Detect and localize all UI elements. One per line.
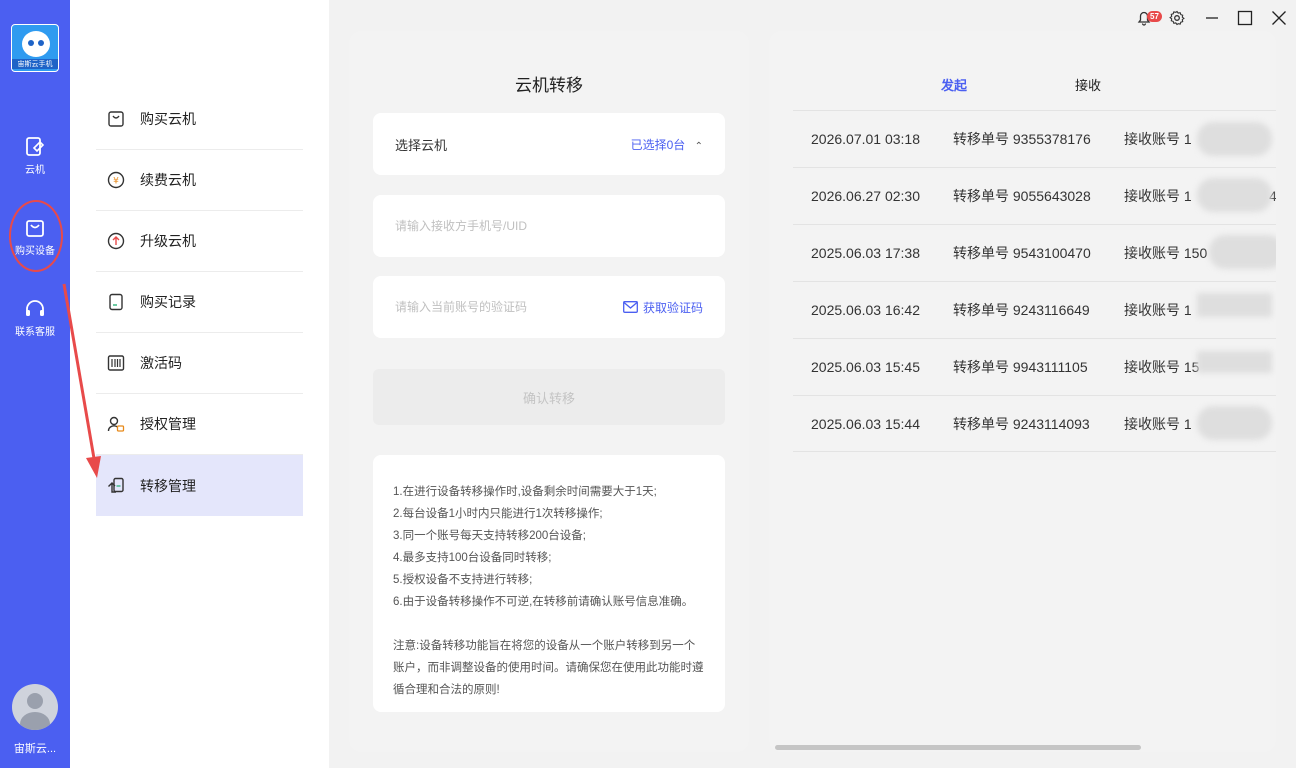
bag-icon bbox=[106, 109, 126, 129]
menu-label: 激活码 bbox=[140, 355, 182, 371]
record-account: 接收账号 1 bbox=[1124, 188, 1192, 204]
rule-item: 6.由于设备转移操作不可逆,在转移前请确认账号信息准确。 bbox=[393, 596, 694, 608]
confirm-transfer-button[interactable]: 确认转移 bbox=[373, 369, 725, 425]
menu-label: 续费云机 bbox=[140, 172, 196, 188]
record-account: 接收账号 1 bbox=[1124, 131, 1192, 147]
logo-label: 宙斯云手机 bbox=[12, 59, 58, 69]
selected-count-wrap: 已选择0台 ⌃ bbox=[631, 136, 703, 153]
record-account: 接收账号 1 bbox=[1124, 302, 1192, 318]
menu-label: 升级云机 bbox=[140, 233, 196, 249]
record-number: 转移单号 9055643028 bbox=[953, 188, 1091, 204]
auth-lock-icon bbox=[106, 414, 126, 434]
record-account: 接收账号 1 bbox=[1124, 415, 1192, 432]
receiver-input[interactable] bbox=[395, 219, 615, 233]
rule-item: 5.授权设备不支持进行转移; bbox=[393, 574, 533, 586]
user-name: 宙斯云... bbox=[13, 743, 57, 755]
close-button[interactable] bbox=[1267, 0, 1291, 36]
menu-label: 购买记录 bbox=[140, 294, 196, 310]
maximize-button[interactable] bbox=[1233, 0, 1257, 36]
menu-item-renew-cloud[interactable]: ¥ 续费云机 bbox=[96, 150, 303, 211]
record-time: 2025.06.03 15:45 bbox=[811, 359, 920, 375]
privacy-blur bbox=[1197, 178, 1272, 212]
rule-item: 4.最多支持100台设备同时转移; bbox=[393, 552, 552, 564]
transfer-form-panel: 云机转移 选择云机 已选择0台 ⌃ 获取验证码 确认转移 1.在进行设备转移操作… bbox=[349, 31, 749, 752]
record-account: 接收账号 150 bbox=[1124, 245, 1208, 261]
minimize-button[interactable] bbox=[1200, 0, 1224, 36]
get-code-label: 获取验证码 bbox=[642, 300, 703, 315]
rule-item: 3.同一个账号每天支持转移200台设备; bbox=[393, 530, 586, 542]
record-account: 接收账号 15 bbox=[1124, 359, 1200, 375]
tab-initiated[interactable]: 发起 bbox=[941, 75, 967, 94]
transfer-icon bbox=[106, 476, 126, 496]
menu-label: 购买云机 bbox=[140, 111, 196, 127]
rail-item-support[interactable]: 联系客服 bbox=[0, 298, 70, 338]
tab-received[interactable]: 接收 bbox=[1075, 75, 1101, 94]
rule-item: 1.在进行设备转移操作时,设备剩余时间需要大于1天; bbox=[393, 486, 657, 498]
code-field-row: 获取验证码 bbox=[373, 276, 725, 338]
barcode-icon bbox=[106, 353, 126, 373]
menu-item-purchase-records[interactable]: 购买记录 bbox=[96, 272, 303, 333]
panel-title: 云机转移 bbox=[515, 76, 583, 95]
select-cloud-label: 选择云机 bbox=[395, 137, 448, 153]
selected-count: 已选择0台 bbox=[630, 137, 686, 152]
headset-icon bbox=[26, 300, 44, 316]
menu-item-authorization[interactable]: 授权管理 bbox=[96, 394, 303, 455]
privacy-blur bbox=[1197, 293, 1272, 317]
svg-text:¥: ¥ bbox=[113, 177, 119, 187]
record-number: 转移单号 9243114093 bbox=[953, 415, 1090, 432]
avatar[interactable] bbox=[12, 684, 58, 730]
table-row[interactable]: 2025.06.03 17:38 转移单号 9543100470 接收账号 15… bbox=[793, 224, 1276, 281]
annotation-circle bbox=[9, 200, 63, 272]
record-number: 转移单号 9355378176 bbox=[953, 131, 1091, 147]
menu-item-upgrade-cloud[interactable]: 升级云机 bbox=[96, 211, 303, 272]
record-number: 转移单号 9543100470 bbox=[953, 245, 1091, 261]
purchase-menu: 购买云机 ¥ 续费云机 升级云机 购买记录 激活码 授权管理 转移管理 bbox=[70, 0, 329, 768]
privacy-blur bbox=[1197, 406, 1272, 440]
transfer-rules: 1.在进行设备转移操作时,设备剩余时间需要大于1天; 2.每台设备1小时内只能进… bbox=[373, 455, 725, 712]
select-cloud-row[interactable]: 选择云机 已选择0台 ⌃ bbox=[373, 113, 725, 175]
yen-coin-icon: ¥ bbox=[106, 170, 126, 190]
record-number: 转移单号 9243116649 bbox=[953, 302, 1090, 318]
menu-item-buy-cloud[interactable]: 购买云机 bbox=[96, 89, 303, 150]
chevron-up-icon: ⌃ bbox=[694, 140, 703, 152]
get-code-button[interactable]: 获取验证码 bbox=[623, 299, 703, 316]
horizontal-scrollbar[interactable] bbox=[775, 745, 1141, 750]
privacy-blur bbox=[1209, 235, 1276, 269]
gear-icon[interactable] bbox=[1167, 0, 1187, 36]
app-logo[interactable]: 宙斯云手机 bbox=[11, 24, 59, 72]
cloud-phone-icon bbox=[26, 137, 45, 156]
record-time: 2025.06.03 15:44 bbox=[811, 415, 920, 432]
record-number: 转移单号 9943111105 bbox=[953, 359, 1088, 375]
menu-label: 转移管理 bbox=[140, 477, 196, 494]
rail-label: 云机 bbox=[25, 165, 45, 176]
rail-label: 联系客服 bbox=[15, 327, 55, 338]
record-time: 2026.06.27 02:30 bbox=[811, 188, 920, 204]
notice-text: 注意:设备转移功能旨在将您的设备从一个账户转移到另一个账户，而非调整设备的使用时… bbox=[393, 640, 704, 696]
upgrade-arrow-icon bbox=[106, 231, 126, 251]
rule-item: 2.每台设备1小时内只能进行1次转移操作; bbox=[393, 508, 603, 520]
mail-icon bbox=[623, 301, 638, 313]
menu-item-activation-code[interactable]: 激活码 bbox=[96, 333, 303, 394]
transfer-records-panel: 发起 接收 2026.07.01 03:18 转移单号 9355378176 接… bbox=[769, 31, 1276, 752]
menu-label: 授权管理 bbox=[140, 416, 196, 432]
privacy-blur bbox=[1197, 351, 1272, 373]
record-time: 2025.06.03 16:42 bbox=[811, 302, 920, 318]
robot-logo-icon bbox=[22, 31, 50, 57]
receiver-field-row bbox=[373, 195, 725, 257]
record-time: 2025.06.03 17:38 bbox=[811, 245, 920, 261]
verification-code-input[interactable] bbox=[395, 300, 615, 314]
left-rail: 宙斯云手机 云机 购买设备 联系客服 宙斯云... bbox=[0, 0, 70, 768]
record-icon bbox=[106, 292, 126, 312]
notification-badge: 57 bbox=[1147, 11, 1162, 22]
record-time: 2026.07.01 03:18 bbox=[811, 131, 920, 147]
rail-item-cloud-phone[interactable]: 云机 bbox=[0, 136, 70, 176]
privacy-blur bbox=[1197, 122, 1272, 156]
menu-item-transfer[interactable]: 转移管理 bbox=[96, 455, 303, 516]
